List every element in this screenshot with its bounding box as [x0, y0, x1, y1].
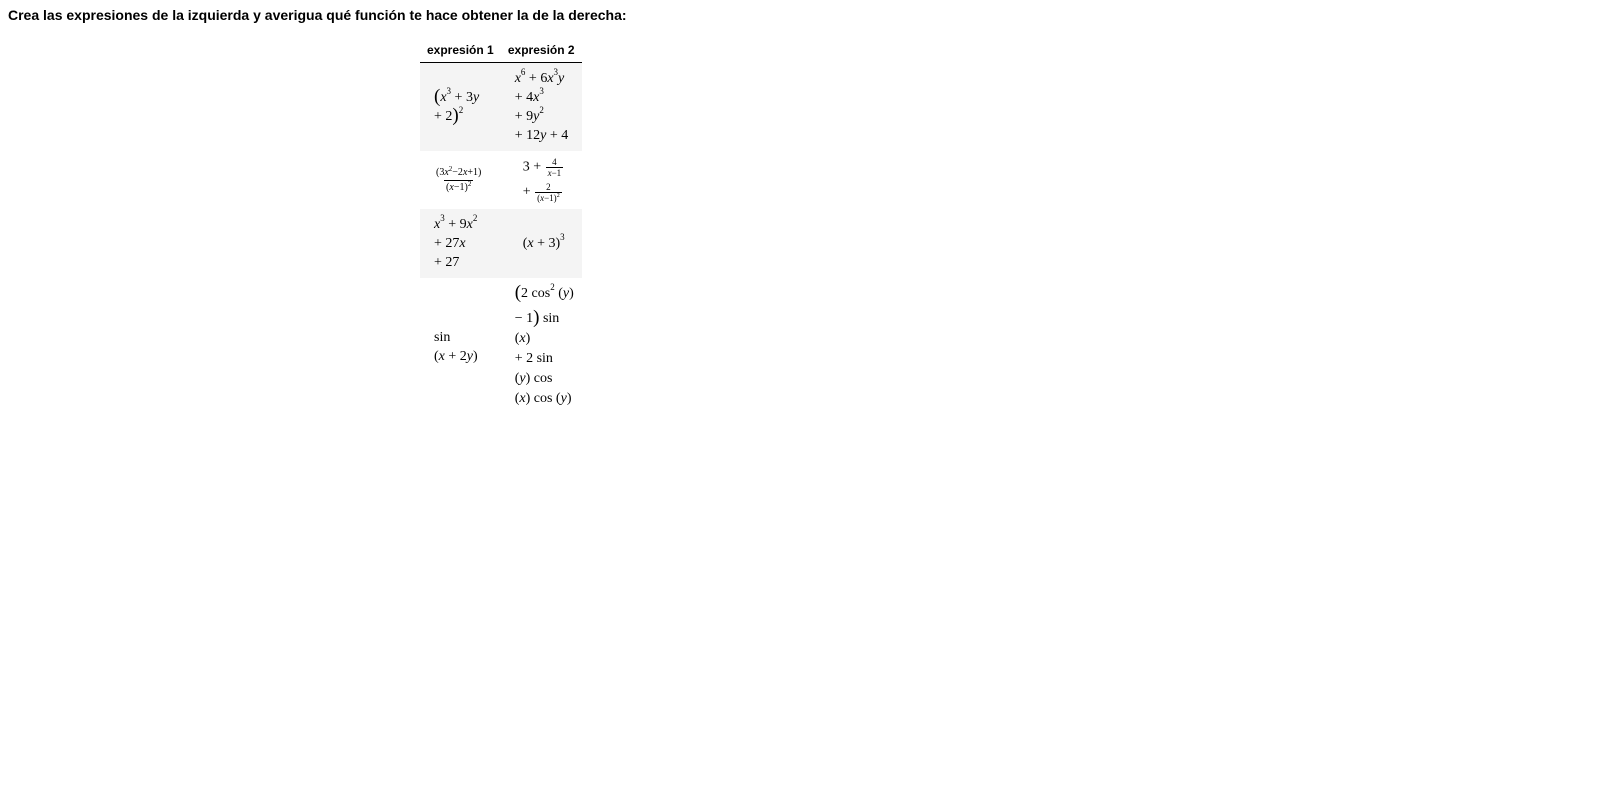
math-line: + 2 sin: [514, 351, 553, 366]
math-line: + 12y + 4: [514, 128, 569, 143]
fraction: 4 x−1: [545, 157, 564, 178]
math-line: + 27x: [434, 236, 466, 251]
table-header-row: expresión 1 expresión 2: [420, 40, 582, 63]
math-line: x6 + 6x3y: [514, 67, 565, 87]
table-row: (x3 + 3y + 2)2 x6 + 6x3y + 4x3 + 9y2 + 1…: [420, 62, 582, 151]
math-line: (x) cos (y): [514, 391, 572, 406]
fraction: 2 (x−1)2: [535, 182, 562, 203]
expression-2-cell: 3 + 4 x−1 + 2 (x−1)2: [501, 151, 582, 209]
math-line: + 27: [434, 255, 460, 270]
math-line: (x): [514, 331, 531, 346]
expression-2-cell: (2 cos2 (y) − 1) sin (x) + 2 sin (y) cos…: [501, 278, 582, 415]
math-line: 3 + 4 x−1: [522, 157, 564, 178]
table-row: sin (x + 2y) (2 cos2 (y) − 1) sin (x) + …: [420, 278, 582, 415]
expression-1-cell: x3 + 9x2 + 27x + 27: [420, 209, 501, 278]
math-line: x3 + 9x2: [434, 213, 478, 233]
table-row: x3 + 9x2 + 27x + 27 (x + 3)3: [420, 209, 582, 278]
math-line: + 2)2: [434, 105, 464, 126]
math-line: (x + 2y): [434, 348, 478, 364]
table-row: (3x2−2x+1) (x−1)2 3 + 4 x−1 + 2 (x−1)2: [420, 151, 582, 209]
math-line: + 2 (x−1)2: [522, 182, 562, 203]
expressions-table: expresión 1 expresión 2 (x3 + 3y + 2)2 x…: [420, 40, 582, 415]
column-header-expression-2: expresión 2: [500, 40, 582, 63]
expression-1-cell: (3x2−2x+1) (x−1)2: [420, 151, 501, 209]
math-line: sin: [434, 329, 451, 345]
math-line: + 4x3: [514, 86, 544, 106]
column-header-expression-1: expresión 1: [420, 40, 501, 63]
expression-1-cell: sin (x + 2y): [420, 278, 501, 415]
fraction: (3x2−2x+1) (x−1)2: [436, 164, 482, 193]
expression-2-cell: x6 + 6x3y + 4x3 + 9y2 + 12y + 4: [500, 62, 582, 151]
math-line: (x3 + 3y: [434, 86, 480, 107]
instruction-text: Crea las expresiones de la izquierda y a…: [8, 7, 627, 23]
math-line: (x + 3)3: [522, 232, 565, 252]
math-line: (2 cos2 (y): [514, 282, 574, 303]
expression-1-cell: (x3 + 3y + 2)2: [420, 62, 501, 151]
expression-2-cell: (x + 3)3: [500, 209, 582, 278]
math-line: (y) cos: [514, 371, 553, 386]
math-line: + 9y2: [514, 105, 544, 125]
math-line: − 1) sin: [514, 307, 560, 328]
